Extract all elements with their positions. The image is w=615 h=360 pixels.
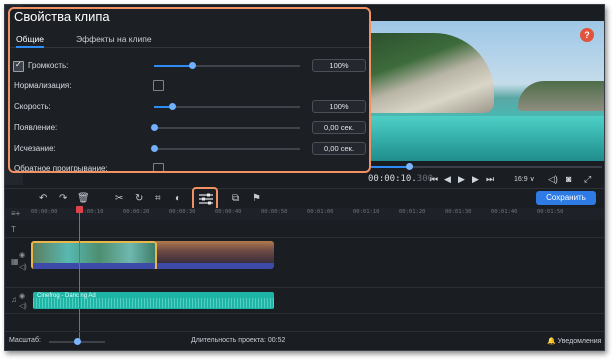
speed-label: Скорость: (14, 102, 51, 111)
volume-label: Громкость: (28, 61, 69, 70)
volume-checkbox[interactable] (13, 60, 24, 72)
aspect-ratio-select[interactable]: 16:9 ∨ (514, 175, 535, 183)
volume-slider-fill (154, 65, 192, 67)
add-track-icon[interactable]: ≡+ (11, 209, 20, 218)
sliders-icon (199, 193, 213, 205)
tab-clip-effects[interactable]: Эффекты на клипе (76, 34, 152, 44)
volume-slider[interactable] (154, 62, 300, 69)
speed-slider[interactable] (154, 103, 300, 110)
ruler-label: 00:00:50 (261, 209, 288, 215)
zoom-slider[interactable] (49, 338, 105, 345)
seekbar-progress (370, 166, 409, 168)
track-divider (5, 237, 604, 238)
fade-in-value[interactable]: 0,00 сек. (312, 121, 366, 134)
play-icon[interactable]: ▶ (458, 174, 465, 185)
skip-end-icon[interactable]: ⏭ (486, 174, 494, 185)
track-divider (5, 287, 604, 288)
playhead-handle[interactable] (76, 206, 83, 213)
fade-out-value[interactable]: 0,00 сек. (312, 142, 366, 155)
tab-general[interactable]: Общие (16, 34, 44, 48)
skip-start-icon[interactable]: ⏮ (430, 174, 438, 185)
fade-in-slider[interactable] (151, 124, 300, 131)
redo-icon[interactable]: ↷ (59, 193, 67, 204)
panel-tabs: Общие Эффекты на клипе (10, 33, 369, 48)
transport-controls: 00:00:10.300 ⏮ ◀ ▶ ▶ ⏭ 16:9 ∨ ◁) ◙ ⤢ (368, 171, 604, 187)
help-button[interactable]: ? (580, 28, 594, 42)
track-visibility-icon[interactable]: ◉ (19, 251, 25, 259)
seekbar-handle[interactable] (406, 163, 413, 170)
fade-out-slider[interactable] (151, 145, 300, 152)
marker-flag-icon[interactable]: ⚑ (252, 193, 261, 204)
ruler-label: 00:01:30 (445, 209, 472, 215)
save-button[interactable]: Сохранить (536, 191, 596, 205)
undo-icon[interactable]: ↶ (39, 193, 47, 204)
music-clip-label: Cinefrog - Dancing Ad (37, 293, 96, 299)
fade-in-label: Появление: (14, 123, 58, 132)
ruler-label: 00:01:50 (537, 209, 564, 215)
volume-value[interactable]: 100% (312, 59, 366, 72)
edit-toolbar: ↶ ↷ 🗑 ✂ ↻ ⌗ ◐ ⧉ ⚑ Сохранить (5, 188, 604, 209)
music-track-icon: ♫ (11, 295, 17, 304)
zoom-slider-handle[interactable] (74, 338, 81, 345)
project-duration: Длительность проекта: 00:52 (191, 337, 286, 344)
notifications-label: Уведомления (557, 338, 602, 345)
video-clip[interactable] (31, 241, 274, 269)
bell-icon: 🔔 (547, 338, 556, 345)
video-preview (368, 21, 604, 161)
speed-value[interactable]: 100% (312, 100, 366, 113)
ruler-label: 00:01:00 (307, 209, 334, 215)
ruler-label: 00:00:30 (169, 209, 196, 215)
reverse-label: Обратное проигрывание: (14, 164, 108, 173)
music-clip[interactable]: Cinefrog - Dancing Ad (33, 292, 274, 309)
prev-frame-icon[interactable]: ◀ (444, 174, 451, 185)
color-adjust-icon[interactable]: ◐ (175, 193, 181, 204)
ruler-label: 00:01:40 (491, 209, 518, 215)
speed-slider-handle[interactable] (169, 103, 176, 110)
playback-seekbar[interactable] (370, 163, 602, 170)
zoom-label: Масштаб: (9, 337, 41, 344)
timecode: 00:00:10.300 (368, 174, 434, 184)
video-clip-segment-sunset[interactable] (156, 241, 274, 263)
notifications-link[interactable]: 🔔 Уведомления (547, 337, 601, 345)
volume-icon[interactable]: ◁) (548, 174, 558, 185)
volume-slider-handle[interactable] (189, 62, 196, 69)
status-bar: Масштаб: Длительность проекта: 00:52 🔔 У… (5, 331, 604, 350)
playhead[interactable] (76, 206, 83, 344)
ruler-label: 00:00:40 (215, 209, 242, 215)
ruler-label: 00:00:20 (123, 209, 150, 215)
track-mute-icon[interactable]: ◁) (19, 263, 27, 271)
normalization-label: Нормализация: (14, 81, 72, 90)
fade-in-slider-handle[interactable] (151, 124, 158, 131)
app-window: ⎘ ✎ ▣ T ◷ ✕ ? 00:00:10.300 ⏮ ◀ ▶ ▶ ⏭ 16:… (4, 4, 605, 351)
clip-audio-band (31, 241, 274, 269)
fade-out-label: Исчезание: (14, 144, 56, 153)
trash-icon[interactable]: 🗑 (77, 193, 90, 204)
ruler-label: 00:00:00 (31, 209, 58, 215)
crop-icon[interactable]: ⌗ (155, 193, 161, 204)
snapshot-icon[interactable]: ◙ (566, 174, 571, 184)
ruler-label: 00:01:20 (399, 209, 426, 215)
video-track-icon: ▦ (11, 257, 19, 266)
next-frame-icon[interactable]: ▶ (472, 174, 479, 185)
music-mute-icon[interactable]: ◁) (19, 302, 27, 310)
panel-title: Свойства клипа (14, 9, 110, 24)
selected-clip-outline (31, 241, 157, 269)
music-visibility-icon[interactable]: ◉ (19, 292, 25, 300)
text-track-icon: T (11, 225, 16, 234)
timeline-ruler[interactable]: 00:00:00 00:00:10 00:00:20 00:00:30 00:0… (5, 208, 604, 220)
rotate-icon[interactable]: ↻ (135, 193, 143, 204)
fade-out-slider-handle[interactable] (151, 145, 158, 152)
clip-properties-panel: Свойства клипа Общие Эффекты на клипе Гр… (8, 7, 371, 173)
fullscreen-icon[interactable]: ⤢ (584, 174, 591, 185)
cut-icon[interactable]: ✂ (115, 193, 123, 204)
normalization-checkbox[interactable] (153, 80, 164, 91)
ruler-label: 00:01:10 (353, 209, 380, 215)
insert-icon[interactable]: ⧉ (232, 193, 239, 204)
reverse-checkbox[interactable] (153, 163, 164, 171)
track-divider (5, 313, 604, 314)
music-waveform (33, 298, 274, 308)
